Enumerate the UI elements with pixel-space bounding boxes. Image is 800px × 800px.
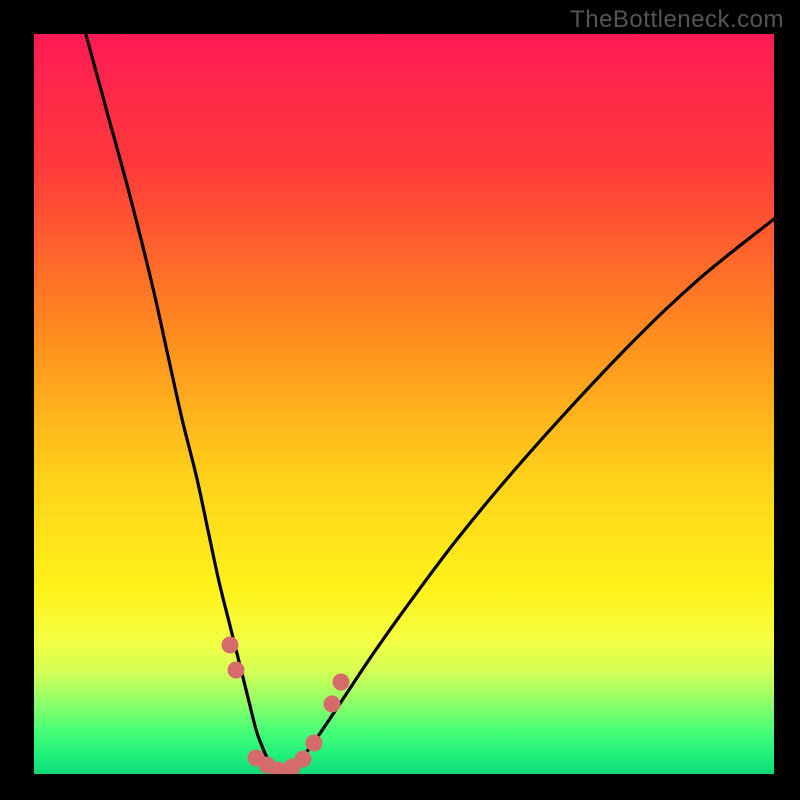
- data-marker: [222, 636, 239, 653]
- data-marker: [333, 673, 350, 690]
- data-marker: [305, 734, 322, 751]
- data-marker: [324, 695, 341, 712]
- watermark-text: TheBottleneck.com: [570, 6, 784, 34]
- data-marker: [228, 662, 245, 679]
- curve-layer: [34, 34, 774, 774]
- chart-frame: TheBottleneck.com: [0, 0, 800, 800]
- data-marker: [294, 751, 311, 768]
- curve-left-branch: [86, 34, 278, 773]
- plot-area: [34, 34, 774, 774]
- curve-right-branch: [278, 219, 774, 773]
